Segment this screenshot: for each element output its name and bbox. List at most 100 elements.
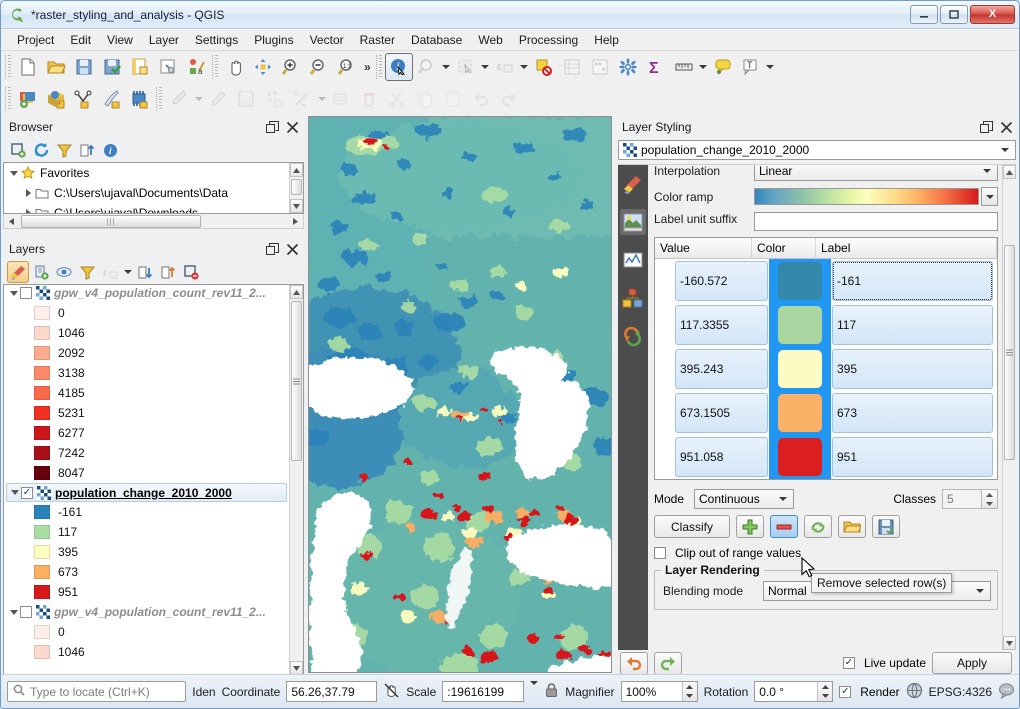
zoom-in-icon[interactable]: [277, 53, 305, 81]
layer-row[interactable]: gpw_v4_population_count_rev11_2...: [4, 285, 289, 303]
add-delimited-text-layer-icon[interactable]: [70, 85, 98, 113]
layer-selector-combo[interactable]: population_change_2010_2000: [618, 140, 1016, 160]
magnifier-spinbox[interactable]: 100%: [620, 681, 698, 702]
column-header-label[interactable]: Label: [816, 238, 997, 259]
vertex-tool-icon[interactable]: [288, 85, 316, 113]
clip-out-of-range-checkbox[interactable]: [654, 547, 666, 559]
chevron-down-icon[interactable]: [775, 491, 791, 507]
browser-vertical-scrollbar[interactable]: [289, 163, 303, 213]
color-cell[interactable]: [769, 303, 831, 347]
remove-layer-icon[interactable]: [180, 261, 202, 283]
scroll-up-arrow[interactable]: [1003, 165, 1016, 179]
legend-item[interactable]: -161: [4, 502, 289, 522]
load-from-layer-button[interactable]: [804, 515, 832, 538]
value-cell[interactable]: 951.058: [675, 437, 768, 477]
menu-vector[interactable]: Vector: [302, 31, 352, 49]
field-calculator-icon[interactable]: [586, 53, 614, 81]
cut-features-icon[interactable]: [383, 85, 411, 113]
float-panel-icon[interactable]: [264, 241, 280, 257]
column-header-color[interactable]: Color: [752, 238, 816, 259]
scroll-up-arrow[interactable]: [290, 285, 303, 299]
current-edits-dropdown[interactable]: [193, 85, 204, 113]
crs-value[interactable]: EPSG:4326: [929, 685, 992, 699]
load-color-map-from-file-button[interactable]: [838, 515, 866, 538]
layers-vertical-scrollbar[interactable]: [289, 285, 303, 675]
legend-item[interactable]: 1046: [4, 642, 289, 662]
scroll-track[interactable]: |||: [19, 214, 288, 228]
scroll-up-arrow[interactable]: [290, 163, 303, 177]
history-tab-icon[interactable]: [620, 323, 646, 349]
close-panel-icon[interactable]: [284, 119, 300, 135]
expander[interactable]: [8, 609, 20, 615]
toolbar-grip[interactable]: [5, 55, 12, 79]
show-map-tips-icon[interactable]: [709, 53, 737, 81]
redo-style-button[interactable]: [654, 651, 682, 675]
redo-icon[interactable]: [495, 85, 523, 113]
export-color-map-to-file-button[interactable]: [872, 515, 900, 538]
new-project-icon[interactable]: [14, 53, 42, 81]
table-row[interactable]: 673.1505 673: [655, 391, 997, 435]
expander[interactable]: [9, 490, 21, 495]
legend-item[interactable]: 951: [4, 582, 289, 602]
scroll-thumb[interactable]: |||: [21, 214, 201, 228]
vertex-style-icon[interactable]: a: [182, 53, 210, 81]
expander[interactable]: [22, 189, 34, 197]
layer-row[interactable]: gpw_v4_population_count_rev11_2...: [4, 602, 289, 622]
add-feature-icon[interactable]: [260, 85, 288, 113]
select-features-dropdown[interactable]: [480, 53, 491, 81]
coordinate-field[interactable]: 56.26,37.79: [286, 681, 378, 702]
label-unit-suffix-input[interactable]: [754, 212, 998, 231]
legend-item[interactable]: 3138: [4, 363, 289, 383]
render-checkbox[interactable]: ✓: [839, 685, 852, 698]
legend-item[interactable]: 8047: [4, 463, 289, 483]
menu-database[interactable]: Database: [403, 31, 470, 49]
classes-spin-buttons[interactable]: [982, 489, 998, 509]
scroll-down-arrow[interactable]: [290, 661, 303, 675]
scroll-right-arrow[interactable]: [288, 215, 303, 228]
scroll-thumb[interactable]: [291, 301, 302, 461]
refresh-icon[interactable]: [30, 139, 52, 161]
label-cell[interactable]: 117: [832, 305, 993, 345]
legend-item[interactable]: 673: [4, 562, 289, 582]
color-cell[interactable]: [769, 391, 831, 435]
minimize-button[interactable]: [910, 5, 938, 24]
menu-project[interactable]: Project: [9, 31, 62, 49]
toolbar-grip-2[interactable]: [212, 55, 219, 79]
scroll-thumb[interactable]: [291, 179, 302, 195]
open-attribute-table-icon[interactable]: [558, 53, 586, 81]
legend-item[interactable]: 7242: [4, 443, 289, 463]
table-row[interactable]: -160.572 -161: [655, 259, 997, 303]
menu-raster[interactable]: Raster: [352, 31, 403, 49]
style-manager-icon[interactable]: [154, 53, 182, 81]
mode-combo[interactable]: Continuous: [694, 489, 794, 509]
styling-vertical-scrollbar[interactable]: [1002, 165, 1016, 650]
undo-style-button[interactable]: [620, 651, 648, 675]
label-cell[interactable]: 951: [832, 437, 993, 477]
scroll-left-arrow[interactable]: [4, 215, 19, 228]
expander[interactable]: [8, 170, 20, 176]
filter-legend-icon[interactable]: [76, 261, 98, 283]
apply-button[interactable]: Apply: [932, 652, 1012, 674]
close-panel-icon[interactable]: [998, 119, 1014, 135]
statistical-summary-icon[interactable]: Σ: [642, 53, 670, 81]
add-vector-layer-icon[interactable]: [14, 85, 42, 113]
select-by-expression-icon[interactable]: ε: [491, 53, 519, 81]
add-postgis-layer-icon[interactable]: [126, 85, 154, 113]
deselect-features-icon[interactable]: [530, 53, 558, 81]
expand-all-icon[interactable]: [134, 261, 156, 283]
messages-log-icon[interactable]: [998, 682, 1015, 702]
add-raster-layer-icon[interactable]: *: [42, 85, 70, 113]
collapse-all-icon[interactable]: [157, 261, 179, 283]
color-ramp-preview[interactable]: [754, 188, 979, 205]
menu-plugins[interactable]: Plugins: [246, 31, 301, 49]
scroll-down-arrow[interactable]: [290, 199, 303, 213]
layer-visibility-checkbox[interactable]: [20, 287, 32, 299]
spin-up[interactable]: [982, 490, 997, 499]
map-canvas[interactable]: [308, 116, 612, 673]
layer-visibility-checkbox[interactable]: ✓: [21, 486, 33, 499]
scroll-down-arrow[interactable]: [1003, 636, 1016, 650]
measure-dropdown[interactable]: [698, 53, 709, 81]
zoom-out-icon[interactable]: [305, 53, 333, 81]
symbology-tab-icon[interactable]: [620, 171, 646, 197]
toggle-extents-icon[interactable]: [383, 682, 400, 702]
